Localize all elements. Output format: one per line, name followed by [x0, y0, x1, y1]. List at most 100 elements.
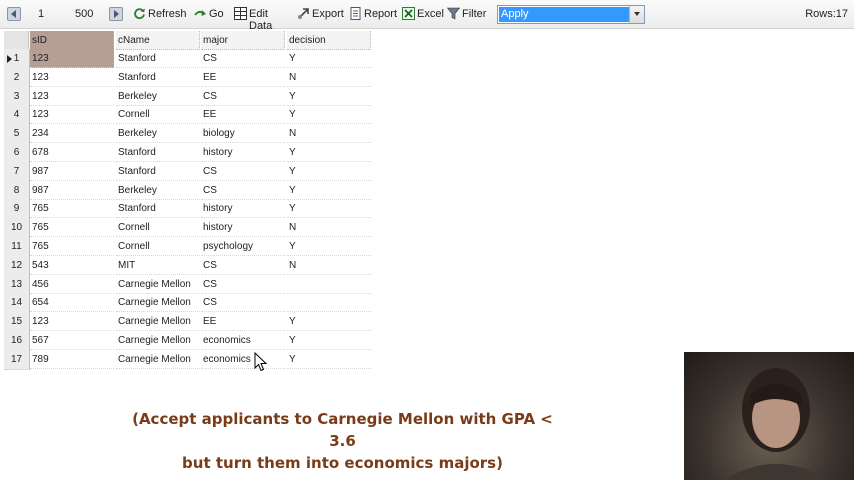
row-number[interactable]: 3	[4, 86, 30, 107]
column-header-cname[interactable]: cName	[116, 31, 200, 50]
table-row[interactable]: 11 765 Cornell psychology Y	[0, 237, 380, 257]
cell-decision[interactable]: Y	[287, 181, 371, 200]
row-number[interactable]: 15	[4, 312, 30, 333]
cell-sid[interactable]: 765	[30, 218, 114, 238]
row-number[interactable]: 4	[4, 105, 30, 126]
cell-cname[interactable]: Stanford	[116, 143, 200, 162]
cell-decision[interactable]	[287, 293, 371, 313]
cell-cname[interactable]: Stanford	[116, 68, 200, 87]
cell-decision[interactable]: Y	[287, 237, 371, 256]
cell-major[interactable]: CS	[201, 162, 285, 181]
cell-major[interactable]: CS	[201, 275, 285, 294]
row-number[interactable]: 12	[4, 255, 30, 276]
cell-major[interactable]: EE	[201, 312, 285, 332]
column-header-sid[interactable]: sID	[30, 31, 114, 50]
cell-cname[interactable]: Cornell	[116, 218, 200, 238]
go-button[interactable]: Go	[194, 4, 224, 24]
row-number[interactable]: 10	[4, 218, 30, 239]
table-row[interactable]: 2 123 Stanford EE N	[0, 67, 380, 88]
table-row[interactable]: 5 234 Berkeley biology N	[0, 124, 380, 145]
cell-cname[interactable]: Cornell	[116, 237, 200, 256]
table-row[interactable]: 9 765 Stanford history Y	[0, 199, 380, 220]
export-button[interactable]: Export	[297, 4, 344, 24]
row-number[interactable]: 14	[4, 293, 30, 314]
table-row[interactable]: 15 123 Carnegie Mellon EE Y	[0, 312, 380, 333]
row-number[interactable]: 8	[4, 180, 30, 201]
cell-decision[interactable]: Y	[287, 162, 371, 181]
row-number[interactable]: 16	[4, 331, 30, 351]
cell-major[interactable]: biology	[201, 124, 285, 144]
cell-decision[interactable]: Y	[287, 350, 371, 369]
corner-header[interactable]	[4, 31, 29, 50]
cell-major[interactable]: CS	[201, 181, 285, 200]
cell-sid[interactable]: 765	[30, 199, 114, 219]
cell-major[interactable]: psychology	[201, 237, 285, 256]
cell-sid[interactable]: 123	[30, 68, 114, 87]
chevron-down-icon[interactable]	[629, 6, 644, 23]
excel-button[interactable]: Excel	[402, 4, 444, 24]
cell-decision[interactable]: Y	[287, 87, 371, 106]
cell-decision[interactable]: N	[287, 218, 371, 238]
table-row[interactable]: 6 678 Stanford history Y	[0, 143, 380, 163]
cell-cname[interactable]: Cornell	[116, 105, 200, 125]
cell-sid[interactable]: 678	[30, 143, 114, 162]
table-row[interactable]: 12 543 MIT CS N	[0, 255, 380, 276]
cell-decision[interactable]: Y	[287, 49, 371, 68]
cell-sid[interactable]: 987	[30, 162, 114, 181]
cell-sid[interactable]: 123	[30, 105, 114, 125]
cell-cname[interactable]: Carnegie Mellon	[116, 331, 200, 350]
cell-decision[interactable]	[287, 275, 371, 294]
next-page-button[interactable]	[109, 7, 123, 21]
cell-sid[interactable]: 987	[30, 181, 114, 200]
cell-cname[interactable]: Berkeley	[116, 124, 200, 144]
cell-cname[interactable]: Berkeley	[116, 181, 200, 200]
cell-major[interactable]: economics	[201, 331, 285, 350]
cell-sid[interactable]: 765	[30, 237, 114, 256]
first-page-button[interactable]	[7, 7, 21, 21]
cell-major[interactable]: CS	[201, 49, 285, 68]
table-row[interactable]: 7 987 Stanford CS Y	[0, 161, 380, 182]
cell-decision[interactable]: N	[287, 68, 371, 87]
cell-major[interactable]: CS	[201, 293, 285, 313]
cell-sid[interactable]: 123	[30, 312, 114, 332]
cell-decision[interactable]: N	[287, 124, 371, 144]
edit-data-button[interactable]: Edit Data	[234, 4, 292, 32]
cell-sid[interactable]: 654	[30, 293, 114, 313]
table-row[interactable]: 4 123 Cornell EE Y	[0, 105, 380, 126]
cell-sid[interactable]: 456	[30, 275, 114, 294]
cell-sid[interactable]: 234	[30, 124, 114, 144]
cell-major[interactable]: history	[201, 199, 285, 219]
cell-cname[interactable]: Berkeley	[116, 87, 200, 106]
table-row[interactable]: 13 456 Carnegie Mellon CS	[0, 274, 380, 295]
table-row[interactable]: 10 765 Cornell history N	[0, 218, 380, 239]
row-number[interactable]: 6	[4, 143, 30, 163]
table-row[interactable]: 8 987 Berkeley CS Y	[0, 180, 380, 201]
cell-cname[interactable]: Carnegie Mellon	[116, 350, 200, 369]
cell-cname[interactable]: Carnegie Mellon	[116, 293, 200, 313]
cell-decision[interactable]: Y	[287, 331, 371, 350]
cell-sid[interactable]: 789	[30, 350, 114, 369]
cell-cname[interactable]: MIT	[116, 256, 200, 275]
table-row[interactable]: 17 789 Carnegie Mellon economics Y	[0, 349, 380, 370]
row-number[interactable]: 11	[4, 237, 30, 257]
row-number[interactable]: 13	[4, 274, 30, 295]
cell-decision[interactable]: Y	[287, 105, 371, 125]
cell-major[interactable]: EE	[201, 68, 285, 87]
table-row[interactable]: 16 567 Carnegie Mellon economics Y	[0, 331, 380, 351]
cell-major[interactable]: economics	[201, 350, 285, 369]
row-number[interactable]: 9	[4, 199, 30, 220]
row-number[interactable]: 5	[4, 124, 30, 145]
cell-cname[interactable]: Stanford	[116, 162, 200, 181]
column-header-decision[interactable]: decision	[287, 31, 371, 50]
refresh-button[interactable]: Refresh	[133, 4, 187, 24]
cell-cname[interactable]: Carnegie Mellon	[116, 312, 200, 332]
cell-major[interactable]: history	[201, 218, 285, 238]
table-select[interactable]: Apply	[497, 5, 645, 24]
cell-cname[interactable]: Stanford	[116, 199, 200, 219]
cell-sid[interactable]: 567	[30, 331, 114, 350]
report-button[interactable]: Report	[349, 4, 397, 24]
cell-sid[interactable]: 123	[30, 87, 114, 106]
row-number[interactable]: 17	[4, 349, 30, 370]
from-row-field[interactable]: 1	[38, 8, 44, 20]
filter-button[interactable]: Filter	[447, 4, 489, 24]
